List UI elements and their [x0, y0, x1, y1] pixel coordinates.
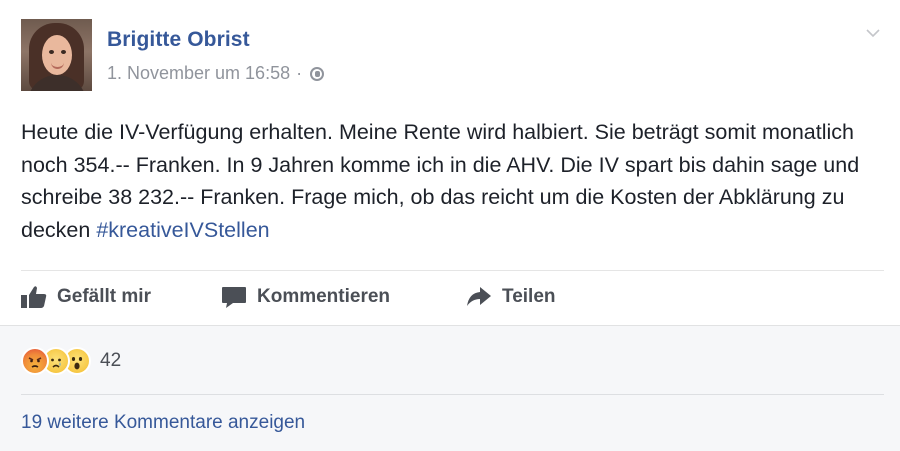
meta-separator: · [296, 63, 303, 83]
comments-divider [21, 394, 884, 395]
view-more-comments-link[interactable]: 19 weitere Kommentare anzeigen [21, 412, 305, 434]
avatar-face [42, 35, 72, 75]
comment-icon [222, 287, 246, 308]
post-meta: 1. November um 16:58 · [107, 63, 325, 84]
chevron-down-icon[interactable] [866, 26, 880, 40]
comment-label: Kommentieren [257, 286, 391, 307]
reactions-summary[interactable]: 42 [21, 345, 121, 377]
actions-divider [21, 270, 884, 271]
share-label: Teilen [502, 286, 556, 307]
like-label: Gefällt mir [57, 286, 151, 307]
author-name[interactable]: Brigitte Obrist [107, 28, 250, 52]
post-text: Heute die IV-Verfügung erhalten. Meine R… [21, 116, 876, 246]
thumbs-up-icon [21, 286, 47, 308]
reaction-count: 42 [100, 350, 122, 371]
hashtag-link[interactable]: #kreativeIVStellen [96, 218, 269, 242]
comment-button[interactable]: Kommentieren [221, 279, 390, 315]
post-timestamp[interactable]: 1. November um 16:58 [107, 63, 290, 84]
facebook-post: Brigitte Obrist 1. November um 16:58 · H… [0, 0, 900, 451]
angry-reaction-icon [21, 347, 49, 375]
avatar-eye [49, 50, 54, 54]
avatar-eye [61, 50, 66, 54]
share-arrow-icon [467, 287, 491, 306]
share-button[interactable]: Teilen [466, 279, 556, 315]
avatar[interactable] [21, 19, 92, 91]
globe-icon [310, 66, 325, 81]
like-button[interactable]: Gefällt mir [21, 279, 151, 315]
